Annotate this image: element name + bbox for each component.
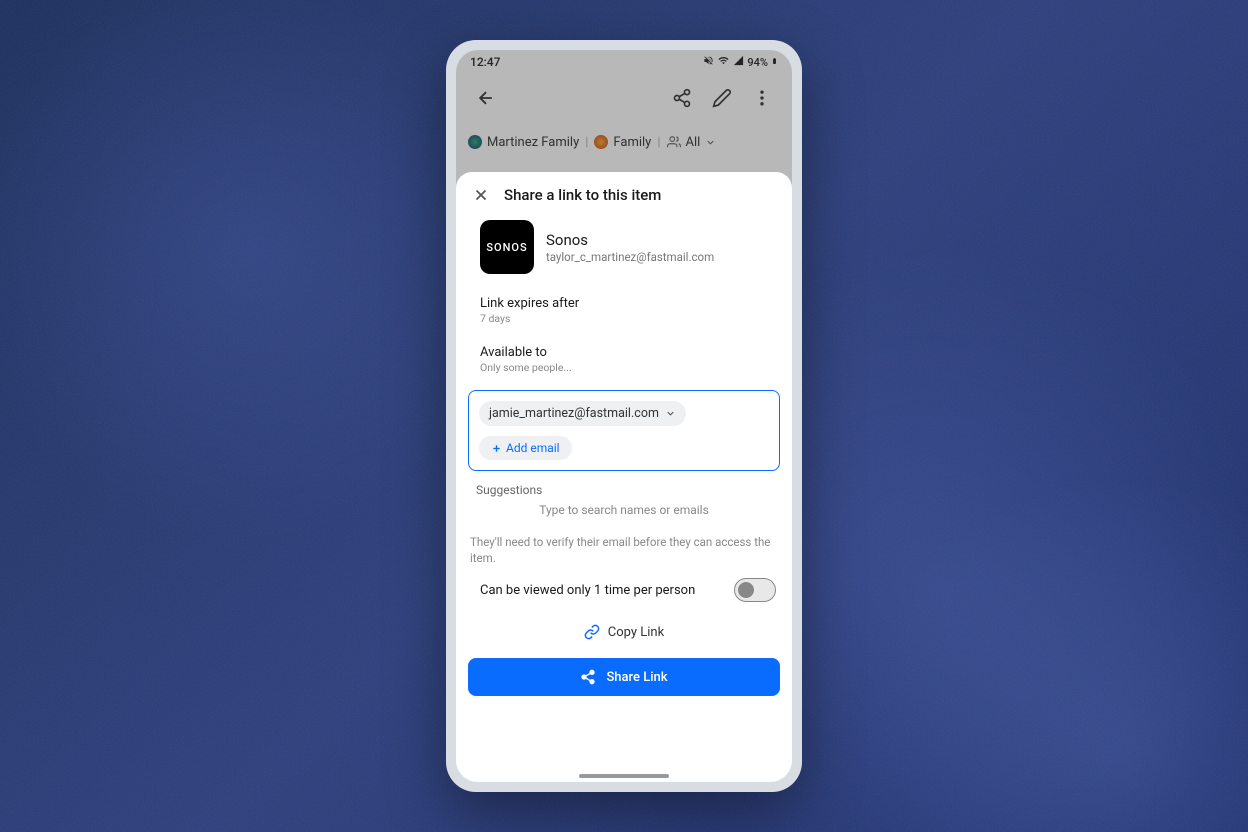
share-icon <box>580 669 596 685</box>
sheet-header: Share a link to this item <box>456 172 792 214</box>
email-recipients-box[interactable]: jamie_martinez@fastmail.com Add email <box>468 390 780 471</box>
plus-icon <box>491 443 502 454</box>
suggestions-hint: Type to search names or emails <box>456 497 792 529</box>
expires-label: Link expires after <box>480 296 768 311</box>
email-chip[interactable]: jamie_martinez@fastmail.com <box>479 401 686 426</box>
item-logo: SONOS <box>480 220 534 274</box>
item-email: taylor_c_martinez@fastmail.com <box>546 250 714 264</box>
add-email-button[interactable]: Add email <box>479 436 572 460</box>
item-name: Sonos <box>546 231 714 249</box>
suggestions-label: Suggestions <box>456 477 792 497</box>
share-sheet: Share a link to this item SONOS Sonos ta… <box>456 172 792 782</box>
expires-row[interactable]: Link expires after 7 days <box>456 290 792 331</box>
share-link-label: Share Link <box>606 670 667 685</box>
expires-value: 7 days <box>480 312 768 325</box>
view-once-row: Can be viewed only 1 time per person <box>456 574 792 606</box>
add-email-label: Add email <box>506 441 560 455</box>
item-row: SONOS Sonos taylor_c_martinez@fastmail.c… <box>456 214 792 282</box>
phone-frame: 12:47 94% <box>446 40 802 792</box>
copy-link-label: Copy Link <box>608 625 664 640</box>
phone-screen: 12:47 94% <box>456 50 792 782</box>
verify-note: They'll need to verify their email befor… <box>456 529 792 574</box>
sheet-title: Share a link to this item <box>504 186 661 204</box>
available-row[interactable]: Available to Only some people... <box>456 339 792 380</box>
copy-link-button[interactable]: Copy Link <box>456 606 792 650</box>
share-link-button[interactable]: Share Link <box>468 658 780 696</box>
close-button[interactable] <box>472 186 490 204</box>
navigation-handle[interactable] <box>579 774 669 778</box>
chevron-down-icon <box>665 408 676 419</box>
link-icon <box>584 624 600 640</box>
view-once-label: Can be viewed only 1 time per person <box>480 583 695 598</box>
available-label: Available to <box>480 345 768 360</box>
available-value: Only some people... <box>480 361 768 374</box>
email-chip-text: jamie_martinez@fastmail.com <box>489 406 659 421</box>
view-once-toggle[interactable] <box>734 578 776 602</box>
